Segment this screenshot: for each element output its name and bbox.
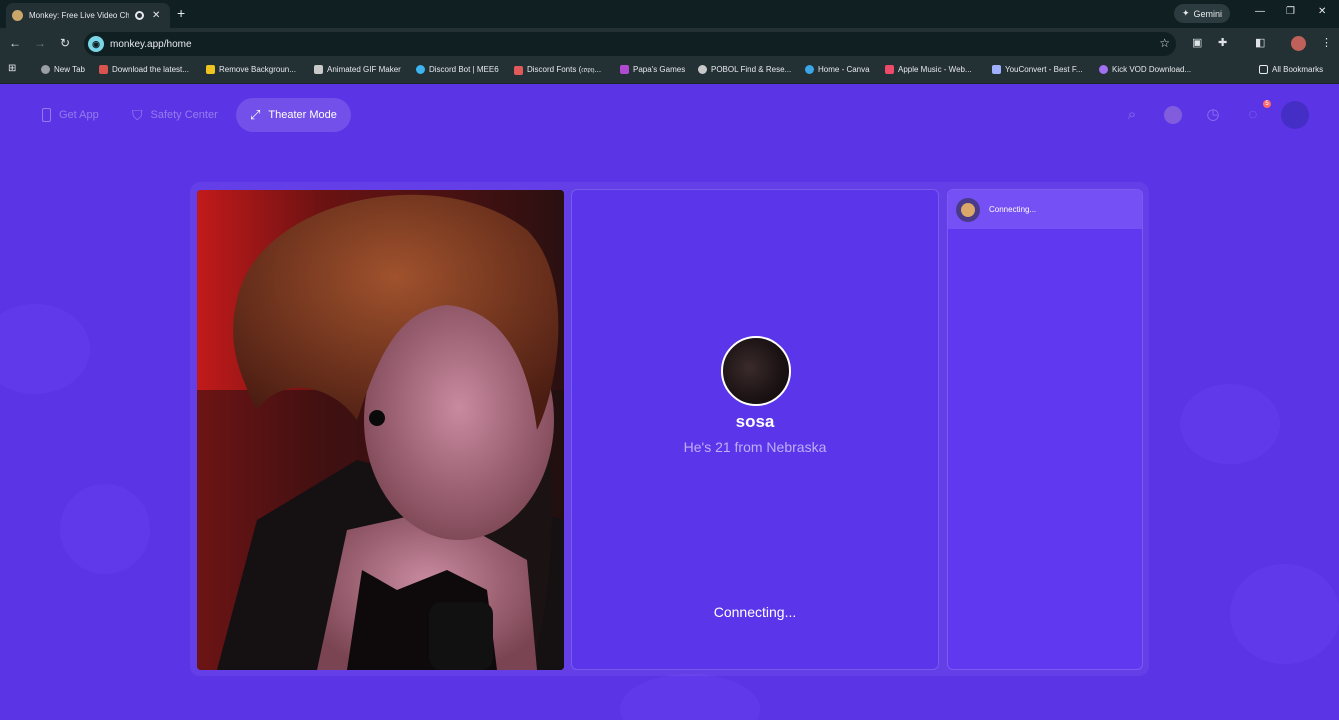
puzzle-icon[interactable]: ✚	[1218, 36, 1227, 49]
background-blob	[60, 484, 150, 574]
theater-mode-label: Theater Mode	[268, 109, 337, 121]
get-app-button[interactable]: Get App	[28, 98, 113, 132]
chat-header: Connecting...	[948, 190, 1142, 229]
browser-tab-bar: Monkey: Free Live Video Ch ✕ + ✦ Gemini …	[0, 0, 1339, 28]
site-info-icon[interactable]: ◉	[88, 36, 104, 52]
history-icon[interactable]: ◷	[1204, 106, 1222, 124]
partner-avatar	[721, 336, 791, 406]
menu-icon[interactable]: ⋮	[1321, 36, 1332, 49]
background-blob	[1180, 384, 1280, 464]
self-video	[197, 190, 564, 670]
bookmark-favicon-icon	[1099, 65, 1108, 74]
bookmark-label: Animated GIF Maker	[327, 65, 401, 74]
bookmark-label: POBOL Find & Rese...	[711, 65, 792, 74]
bookmark-favicon-icon	[885, 65, 894, 74]
notification-badge: 5	[1263, 100, 1271, 108]
forward-icon[interactable]: →	[34, 36, 46, 50]
gemini-label: Gemini	[1193, 8, 1223, 19]
bookmark-favicon-icon	[99, 65, 108, 74]
restore-icon[interactable]: ❐	[1286, 6, 1295, 17]
recording-icon	[135, 11, 144, 20]
bookmark-label: Home - Canva	[818, 65, 870, 74]
bookmark-favicon-icon	[41, 65, 50, 74]
bookmark-favicon-icon	[514, 65, 523, 75]
address-bar[interactable]: ◉ monkey.app/home ☆	[84, 32, 1176, 56]
bookmark-favicon-icon	[992, 65, 1001, 74]
safety-center-label: Safety Center	[150, 109, 218, 121]
url-text: monkey.app/home	[110, 38, 192, 50]
connection-status: Connecting...	[713, 604, 797, 620]
back-icon[interactable]: ←	[9, 36, 21, 50]
monkey-logo-icon	[956, 197, 980, 222]
bookmark-item[interactable]: Kick VOD Download...	[1099, 65, 1191, 74]
gemini-button[interactable]: ✦ Gemini	[1174, 4, 1231, 23]
extension-icon[interactable]: ▣	[1192, 36, 1202, 49]
background-blob	[620, 674, 760, 720]
minimize-icon[interactable]: —	[1255, 6, 1265, 17]
partner-info: He's 21 from Nebraska	[683, 439, 827, 455]
bookmark-label: YouConvert - Best F...	[1005, 65, 1083, 74]
bookmark-item[interactable]: YouConvert - Best F...	[992, 65, 1083, 74]
bookmark-favicon-icon	[206, 65, 215, 74]
camera-feed-image	[197, 190, 564, 670]
profile-avatar[interactable]	[1291, 36, 1306, 51]
bookmark-item[interactable]: Discord Fonts (𝔠𝔬𝔭𝔶...	[514, 65, 601, 75]
bookmark-item[interactable]: POBOL Find & Rese...	[698, 65, 791, 74]
search-icon[interactable]: ⌕	[1123, 106, 1141, 124]
expand-icon: ⤢	[250, 107, 261, 122]
active-tab[interactable]: Monkey: Free Live Video Ch ✕	[6, 3, 170, 28]
bookmark-label: Papa's Games	[633, 65, 686, 74]
all-bookmarks-label: All Bookmarks	[1272, 65, 1324, 74]
bookmark-favicon-icon	[416, 65, 425, 74]
sparkle-icon: ✦	[1182, 8, 1190, 18]
bookmark-label: New Tab	[54, 65, 85, 74]
bookmark-label: Discord Fonts (𝔠𝔬𝔭𝔶...	[527, 65, 602, 74]
monkey-favicon-icon	[12, 10, 23, 21]
phone-icon	[42, 108, 51, 122]
close-tab-icon[interactable]: ✕	[152, 10, 160, 21]
bookmark-item[interactable]: Discord Bot | MEE6	[416, 65, 499, 74]
bookmark-item[interactable]: New Tab	[41, 65, 85, 74]
bookmark-label: Remove Backgroun...	[219, 65, 296, 74]
background-blob	[0, 304, 90, 394]
bookmark-label: Discord Bot | MEE6	[429, 65, 499, 74]
tab-title: Monkey: Free Live Video Ch	[29, 11, 129, 20]
apps-grid-icon[interactable]: ⊞	[8, 63, 16, 74]
bookmark-item[interactable]: Papa's Games	[620, 65, 685, 74]
user-avatar[interactable]	[1281, 101, 1309, 129]
side-panel-icon[interactable]: ◧	[1255, 36, 1265, 49]
bookmark-item[interactable]: Remove Backgroun...	[206, 65, 296, 74]
friend-avatar-icon[interactable]	[1164, 106, 1182, 124]
bookmark-item[interactable]: Home - Canva	[805, 65, 870, 74]
chat-bubble-icon[interactable]: ◌	[1244, 106, 1262, 124]
bookmark-favicon-icon	[698, 65, 707, 74]
partner-panel: sosa He's 21 from Nebraska Connecting...	[571, 189, 939, 670]
browser-toolbar: ← → ↻ ◉ monkey.app/home ☆ ▣ ✚ ◧ ⋮	[0, 28, 1339, 60]
safety-center-button[interactable]: ⛉ Safety Center	[118, 98, 232, 132]
background-blob	[1230, 564, 1339, 664]
reload-icon[interactable]: ↻	[60, 36, 70, 50]
bookmark-item[interactable]: Download the latest...	[99, 65, 189, 74]
theater-mode-button[interactable]: ⤢ Theater Mode	[236, 98, 351, 132]
bookmark-item[interactable]: Apple Music - Web...	[885, 65, 972, 74]
bookmark-label: Kick VOD Download...	[1112, 65, 1192, 74]
bookmark-label: Apple Music - Web...	[898, 65, 972, 74]
get-app-label: Get App	[59, 109, 99, 121]
bookmark-favicon-icon	[620, 65, 629, 74]
all-bookmarks-button[interactable]: All Bookmarks	[1259, 65, 1323, 74]
close-window-icon[interactable]: ✕	[1318, 6, 1326, 17]
folder-icon	[1259, 65, 1268, 74]
monkey-app-page: Get App ⛉ Safety Center ⤢ Theater Mode ⌕…	[0, 84, 1339, 720]
new-tab-button[interactable]: +	[177, 5, 185, 21]
bookmark-star-icon[interactable]: ☆	[1159, 36, 1170, 50]
bookmarks-bar: ⊞ New Tab Download the latest... Remove …	[0, 60, 1339, 84]
bookmark-label: Download the latest...	[112, 65, 189, 74]
partner-name: sosa	[735, 412, 775, 431]
chat-status: Connecting...	[989, 205, 1037, 214]
bookmark-favicon-icon	[805, 65, 814, 74]
shield-icon: ⛉	[132, 106, 143, 123]
chat-panel: Connecting...	[947, 189, 1143, 670]
bookmark-favicon-icon	[314, 65, 323, 74]
bookmark-item[interactable]: Animated GIF Maker	[314, 65, 401, 74]
